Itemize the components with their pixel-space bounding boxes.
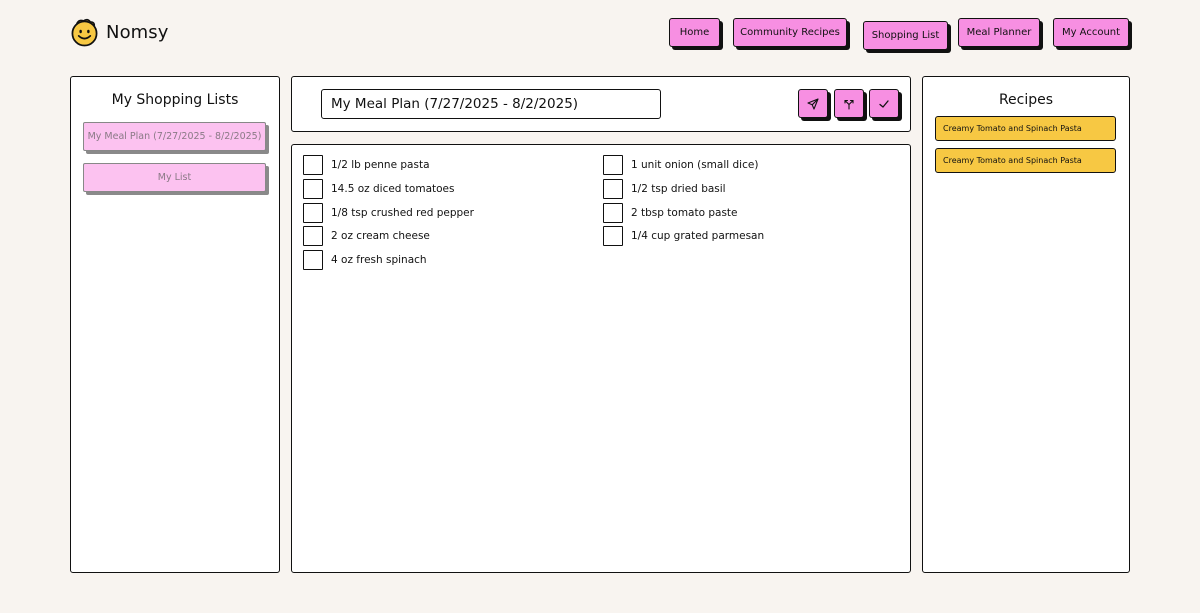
nav-meal-planner-button[interactable]: Meal Planner — [958, 18, 1040, 47]
shopping-list-item-meal-plan[interactable]: My Meal Plan (7/27/2025 - 8/2/2025) — [83, 122, 266, 151]
recipe-chip[interactable]: Creamy Tomato and Spinach Pasta — [935, 116, 1116, 141]
list-item: 4 oz fresh spinach — [303, 250, 427, 270]
send-list-button[interactable] — [798, 89, 828, 118]
list-item: 1 unit onion (small dice) — [603, 155, 758, 175]
item-label: 1/8 tsp crushed red pepper — [331, 207, 474, 219]
list-title-input[interactable]: My Meal Plan (7/27/2025 - 8/2/2025) — [321, 89, 661, 119]
shopping-list-item-my-list[interactable]: My List — [83, 163, 266, 192]
nav-shopping-list-button[interactable]: Shopping List — [863, 21, 948, 50]
list-item: 1/2 tsp dried basil — [603, 179, 726, 199]
item-label: 1 unit onion (small dice) — [631, 159, 759, 171]
list-item: 2 oz cream cheese — [303, 226, 430, 246]
shopping-lists-title: My Shopping Lists — [111, 92, 239, 108]
shopping-items-panel: 1/2 lb penne pasta 14.5 oz diced tomatoe… — [291, 144, 911, 573]
nav-my-account-button[interactable]: My Account — [1053, 18, 1129, 47]
item-checkbox[interactable] — [603, 226, 623, 246]
list-item: 1/8 tsp crushed red pepper — [303, 203, 474, 223]
list-item: 2 tbsp tomato paste — [603, 203, 738, 223]
item-checkbox[interactable] — [603, 155, 623, 175]
item-checkbox[interactable] — [303, 226, 323, 246]
brand-name: Nomsy — [106, 22, 169, 43]
recipes-panel: Recipes Creamy Tomato and Spinach Pasta … — [922, 76, 1130, 573]
check-icon — [879, 99, 889, 108]
item-label: 2 tbsp tomato paste — [631, 207, 738, 219]
list-title-bar: My Meal Plan (7/27/2025 - 8/2/2025) — [291, 76, 911, 132]
item-checkbox[interactable] — [303, 179, 323, 199]
item-checkbox[interactable] — [603, 203, 623, 223]
brand-logo[interactable]: Nomsy — [70, 18, 169, 47]
recipe-chip[interactable]: Creamy Tomato and Spinach Pasta — [935, 148, 1116, 173]
nav-home-button[interactable]: Home — [669, 18, 720, 47]
smiley-face-icon — [71, 18, 98, 47]
item-label: 2 oz cream cheese — [331, 230, 430, 242]
item-checkbox[interactable] — [303, 250, 323, 270]
list-item: 1/4 cup grated parmesan — [603, 226, 764, 246]
item-label: 1/2 lb penne pasta — [331, 159, 430, 171]
item-label: 1/2 tsp dried basil — [631, 183, 726, 195]
item-checkbox[interactable] — [303, 155, 323, 175]
merge-list-button[interactable] — [834, 89, 864, 118]
send-icon — [807, 97, 819, 110]
top-header: Nomsy Home Community Recipes Shopping Li… — [0, 0, 1200, 70]
complete-list-button[interactable] — [869, 89, 899, 118]
item-checkbox[interactable] — [303, 203, 323, 223]
item-checkbox[interactable] — [603, 179, 623, 199]
merge-icon — [844, 99, 854, 110]
shopping-lists-panel: My Shopping Lists My Meal Plan (7/27/202… — [70, 76, 280, 573]
item-label: 4 oz fresh spinach — [331, 254, 427, 266]
item-label: 1/4 cup grated parmesan — [631, 230, 765, 242]
item-label: 14.5 oz diced tomatoes — [331, 183, 455, 195]
recipes-title: Recipes — [998, 92, 1054, 108]
list-item: 1/2 lb penne pasta — [303, 155, 430, 175]
list-item: 14.5 oz diced tomatoes — [303, 179, 454, 199]
nav-community-recipes-button[interactable]: Community Recipes — [733, 18, 847, 47]
